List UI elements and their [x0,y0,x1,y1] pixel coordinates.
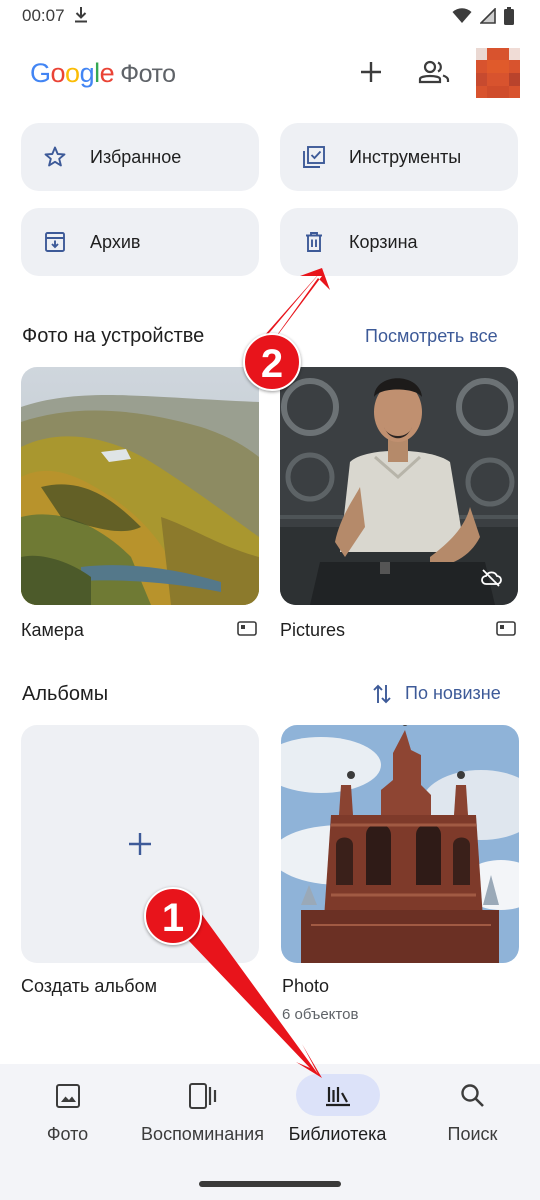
albums-title: Альбомы [22,683,109,705]
trash-label: Корзина [349,232,418,252]
photo-album-count: 6 объектов [282,1006,359,1023]
view-all-link[interactable]: Посмотреть все [365,326,498,347]
photo-album-name: Photo [282,976,330,996]
cloud-off-icon [480,568,502,593]
battery-icon [504,7,514,30]
trash-icon [302,230,326,254]
device-folder-icon [495,620,517,638]
nav-photos[interactable]: Фото [0,1064,135,1164]
create-album-label: Создать альбом [21,976,157,996]
logo-letter: o [65,58,80,88]
pictures-folder-name: Pictures [280,620,346,640]
photo-album-cathedral-image [281,725,519,963]
pictures-folder-thumbnail[interactable] [280,367,518,605]
logo-letter: G [30,58,51,88]
step-marker-2: 2 [243,333,301,391]
memories-icon [185,1082,221,1110]
status-bar: 00:07 [0,0,540,34]
account-avatar[interactable] [476,48,520,98]
step-marker-1: 1 [144,887,202,945]
create-album-card[interactable] [21,725,259,963]
photo-icon [50,1082,86,1110]
nav-photos-label: Фото [46,1124,89,1144]
nav-library[interactable]: Библиотека [270,1064,405,1164]
archive-icon [43,230,67,254]
product-name: Фото [120,60,176,88]
app-header: Google Фото [0,46,540,102]
tools-checklist-icon [302,145,326,169]
camera-folder-thumbnail[interactable] [21,367,259,605]
bottom-navigation: Фото Воспоминания Библиотека Поиск [0,1064,540,1200]
google-photos-logo: Google Фото [30,58,176,89]
trash-button[interactable]: Корзина [280,208,518,276]
wifi-icon [452,8,472,29]
sharing-button[interactable] [416,56,452,92]
nav-memories[interactable]: Воспоминания [135,1064,270,1164]
sort-arrows-icon [372,683,392,710]
google-photos-library-screen: 00:07 Google Фото Избранное Инструменты … [0,0,540,1200]
archive-label: Архив [90,232,141,252]
logo-letter: g [79,58,95,88]
add-button[interactable] [353,56,389,92]
add-icon [129,833,151,860]
gesture-handle [199,1181,341,1187]
device-photos-title: Фото на устройстве [22,325,205,347]
people-icon [418,60,450,89]
photo-album-thumbnail[interactable] [281,725,519,963]
search-icon [455,1082,491,1110]
nav-library-label: Библиотека [288,1124,387,1144]
nav-search-label: Поиск [447,1124,498,1144]
device-folder-icon [236,620,258,638]
camera-landscape-image [21,367,259,605]
nav-memories-label: Воспоминания [141,1124,264,1144]
library-icon [320,1082,356,1110]
download-icon [74,6,88,29]
no-signal-icon [479,7,496,29]
status-time: 00:07 [22,6,65,25]
star-icon [43,145,67,169]
add-icon [359,60,383,89]
camera-folder-name: Камера [21,620,84,640]
logo-letter: o [50,58,66,88]
archive-button[interactable]: Архив [21,208,259,276]
nav-search[interactable]: Поиск [405,1064,540,1164]
utilities-button[interactable]: Инструменты [280,123,518,191]
logo-letter: e [99,58,115,88]
sort-label: По новизне [405,683,501,703]
favorites-button[interactable]: Избранное [21,123,259,191]
favorites-label: Избранное [90,147,182,167]
utilities-label: Инструменты [349,147,462,167]
